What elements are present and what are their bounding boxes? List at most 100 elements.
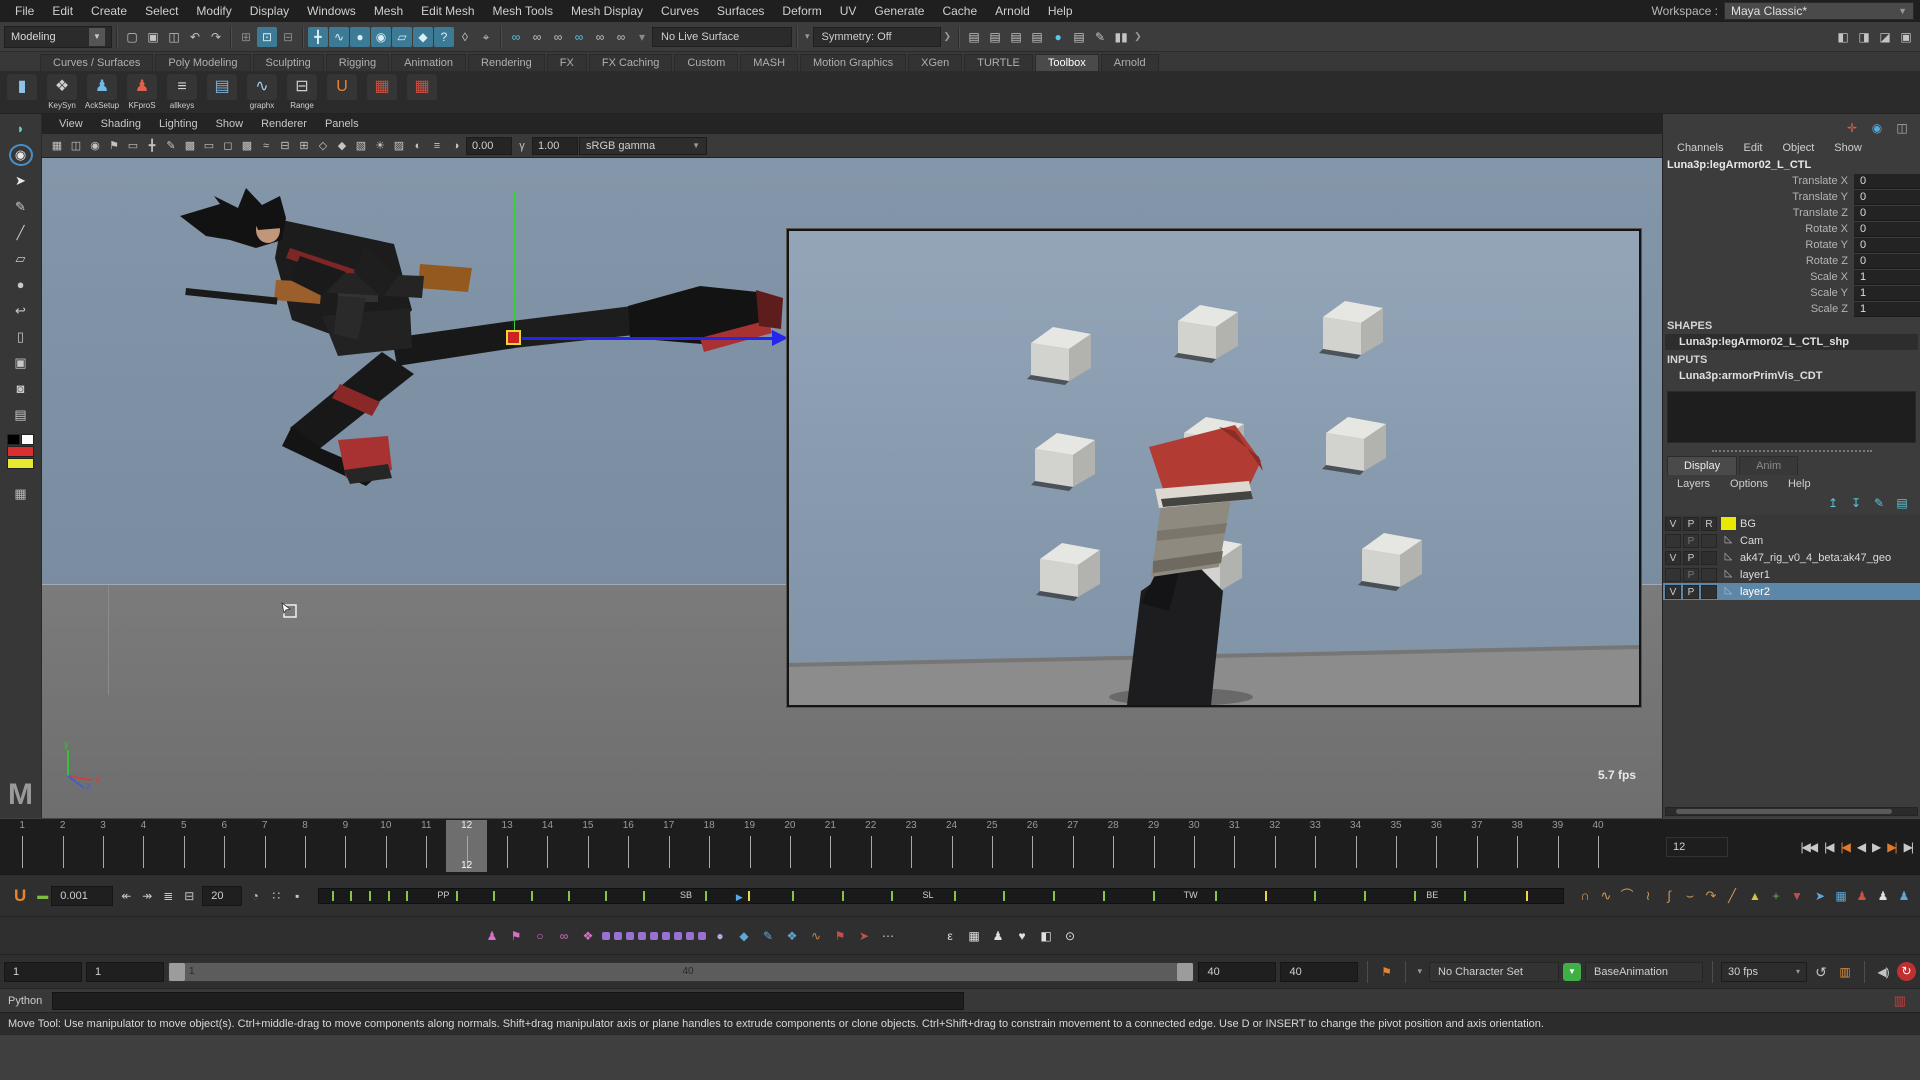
flag-red-icon[interactable]: ⚑ xyxy=(830,926,850,946)
frame-slot[interactable]: 25 xyxy=(972,820,1012,872)
attribute-value-field[interactable]: 0 xyxy=(1854,238,1920,253)
open-scene-icon[interactable]: ▣ xyxy=(143,27,163,47)
panel-grid-icon[interactable]: ▦ xyxy=(1831,886,1851,906)
playhead-marker-icon[interactable]: ▶ xyxy=(736,892,743,903)
frame-slot[interactable]: 35 xyxy=(1376,820,1416,872)
ipr-render-icon[interactable]: ▤ xyxy=(1006,27,1026,47)
select-object-icon[interactable]: ⊡ xyxy=(257,27,277,47)
step-field[interactable]: 20 xyxy=(202,886,242,906)
bookmark-label[interactable]: PP xyxy=(437,890,449,900)
shape-node-name[interactable]: Luna3p:legArmor02_L_CTL_shp xyxy=(1665,334,1918,350)
attribute-value-field[interactable]: 1 xyxy=(1854,302,1920,317)
trash-icon[interactable]: ▯ xyxy=(9,326,33,348)
bookmark-add-icon[interactable]: ⚑ xyxy=(1376,962,1396,982)
star-blue-icon[interactable]: ❖ xyxy=(782,926,802,946)
gamma-field[interactable]: 1.00 xyxy=(532,137,578,155)
add-key-icon[interactable]: + xyxy=(1766,886,1786,906)
layer-playback-toggle[interactable]: P xyxy=(1683,517,1699,531)
channel-attribute-row[interactable]: Rotate Z 0 xyxy=(1663,253,1920,269)
purple-dot-icon[interactable] xyxy=(614,932,622,940)
frame-slot[interactable]: 6 xyxy=(204,820,244,872)
animation-end-field[interactable]: 40 xyxy=(1280,962,1358,982)
rigging[interactable]: Rigging xyxy=(326,54,389,71)
input-node-name[interactable]: Luna3p:armorPrimVis_CDT xyxy=(1665,368,1918,384)
two-d-pan-zoom-icon[interactable]: ╋ xyxy=(143,137,161,155)
generate[interactable]: Generate xyxy=(865,4,933,18)
snap-help-icon[interactable]: ? xyxy=(434,27,454,47)
frame-slot[interactable]: 28 xyxy=(1093,820,1133,872)
playback-start-field[interactable]: 1 xyxy=(86,962,164,982)
shelf-item-acksetup[interactable]: ♟ AckSetup xyxy=(84,74,120,110)
curve-slope-icon[interactable]: ╱ xyxy=(1722,886,1742,906)
command-line-language-toggle[interactable]: Python xyxy=(0,995,52,1007)
purple-dot-icon[interactable] xyxy=(650,932,658,940)
frame-slot[interactable]: 37 xyxy=(1457,820,1497,872)
camera-pip-view[interactable] xyxy=(787,229,1641,707)
anim-layer-dropdown[interactable]: BaseAnimation xyxy=(1585,962,1703,982)
layer-row[interactable]: P ◺ Cam xyxy=(1663,532,1920,549)
render-current-frame-icon[interactable]: ▤ xyxy=(985,27,1005,47)
range-end-handle[interactable] xyxy=(1177,963,1193,981)
panel-splitter[interactable] xyxy=(1712,450,1872,452)
fx[interactable]: FX xyxy=(547,54,587,71)
frame-slot[interactable]: 8 xyxy=(285,820,325,872)
lock-camera-icon[interactable]: ◫ xyxy=(67,137,85,155)
xgen[interactable]: XGen xyxy=(908,54,962,71)
curves[interactable]: Curves xyxy=(652,4,708,18)
channel-attribute-row[interactable]: Scale X 1 xyxy=(1663,269,1920,285)
frame-slot[interactable]: 9 xyxy=(325,820,365,872)
frame-slot[interactable]: 33 xyxy=(1295,820,1335,872)
paint-effects-icon[interactable]: ✎ xyxy=(1090,27,1110,47)
camera-icon[interactable]: ◙ xyxy=(9,378,33,400)
layer-color-swatch[interactable] xyxy=(1721,517,1736,530)
channel-attribute-row[interactable]: Translate Y 0 xyxy=(1663,189,1920,205)
save-scene-icon[interactable]: ◫ xyxy=(164,27,184,47)
edit-mesh[interactable]: Edit Mesh xyxy=(412,4,483,18)
frame-slot[interactable]: 34 xyxy=(1335,820,1375,872)
time-slider[interactable]: 1 2 3 4 xyxy=(0,819,1662,874)
fps-dropdown[interactable]: 30 fps ▾ xyxy=(1721,962,1807,982)
new-layer-icon[interactable]: ▤ xyxy=(1894,495,1910,511)
exposure-icon[interactable]: ◑ xyxy=(447,137,465,155)
shelf-item-red-grid-1[interactable]: ▦ xyxy=(364,74,400,101)
link-menu-caret-icon[interactable]: ▾ xyxy=(632,27,652,47)
layer-playback-toggle[interactable]: P xyxy=(1683,534,1699,548)
channel-attribute-row[interactable]: Scale Y 1 xyxy=(1663,285,1920,301)
flag-pink-icon[interactable]: ⚑ xyxy=(506,926,526,946)
clock-icon[interactable]: ◔ xyxy=(245,886,265,906)
character-model[interactable] xyxy=(142,188,802,518)
current-frame-field[interactable]: 12 xyxy=(1666,837,1728,857)
layer-row[interactable]: V P ◺ layer2 xyxy=(1663,583,1920,600)
motion-blur-icon[interactable]: ≡ xyxy=(428,137,446,155)
undo-arrow-icon[interactable]: ↩ xyxy=(9,300,33,322)
view-transform-dropdown[interactable]: sRGB gamma ▼ xyxy=(579,137,707,155)
frame-slot[interactable]: 24 xyxy=(931,820,971,872)
bookmark-label[interactable]: BE xyxy=(1426,890,1438,900)
shelf-item-graphx[interactable]: ∿ graphx xyxy=(244,74,280,110)
pencil-blue-icon[interactable]: ✎ xyxy=(758,926,778,946)
shelf-item-blue-tile[interactable]: ▮ xyxy=(4,74,40,101)
shelf-item-keysyn[interactable]: ❖ KeySyn xyxy=(44,74,80,110)
mesh-display[interactable]: Mesh Display xyxy=(562,4,652,18)
layer-playback-toggle[interactable]: P xyxy=(1683,585,1699,599)
shelf-item-allkeys[interactable]: ≡ allkeys xyxy=(164,74,200,110)
select-camera-icon[interactable]: ▦ xyxy=(48,137,66,155)
live-surface-field[interactable]: No Live Surface xyxy=(652,27,792,47)
frame-slot[interactable]: 32 xyxy=(1255,820,1295,872)
next-key-icon[interactable]: ↠ xyxy=(137,886,157,906)
snap-to-grid-icon[interactable]: ╋ xyxy=(308,27,328,47)
eye-icon[interactable]: ◉ xyxy=(9,144,33,166)
char-red-icon[interactable]: ♟ xyxy=(1852,886,1872,906)
green-toggle-icon[interactable]: ▬ xyxy=(37,890,48,902)
render-settings-icon[interactable]: ▤ xyxy=(1027,27,1047,47)
frame-slot[interactable]: 26 xyxy=(1012,820,1052,872)
render-view-icon[interactable]: ▤ xyxy=(964,27,984,47)
bookmark-label[interactable]: SB xyxy=(680,890,692,900)
character-set-dropdown[interactable]: No Character Set xyxy=(1429,962,1559,982)
star-pink-icon[interactable]: ❖ xyxy=(578,926,598,946)
swatch-red[interactable] xyxy=(7,446,34,457)
frame-slot[interactable]: 18 xyxy=(689,820,729,872)
exposure-field[interactable]: 0.00 xyxy=(466,137,512,155)
empty-layer-icon[interactable]: ✎ xyxy=(1871,495,1887,511)
channel-attribute-row[interactable]: Rotate X 0 xyxy=(1663,221,1920,237)
